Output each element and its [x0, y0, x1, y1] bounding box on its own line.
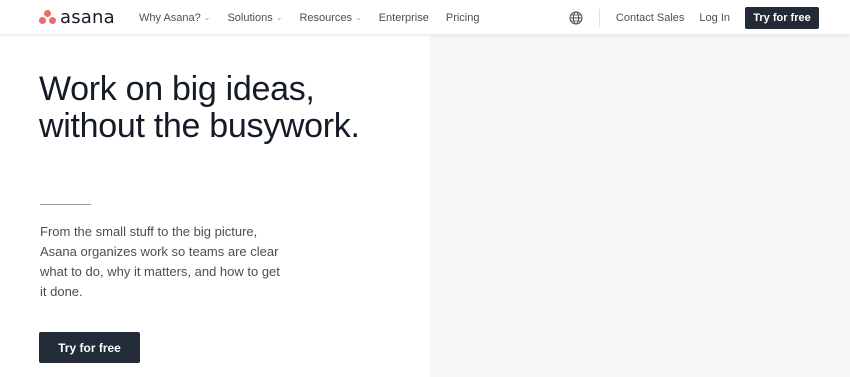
top-navbar: asana Why Asana? ⌄ Solutions ⌄ Resources… — [0, 0, 850, 35]
description-line-3: what to do, why it matters, and how to g… — [40, 264, 280, 279]
contact-sales-link[interactable]: Contact Sales — [616, 12, 684, 24]
asana-logo-icon — [39, 10, 56, 24]
description-line-4: it done. — [40, 284, 83, 299]
globe-icon[interactable] — [569, 11, 583, 25]
nav-resources[interactable]: Resources ⌄ — [299, 12, 361, 24]
headline-line-2: without the busywork. — [39, 107, 360, 145]
description-line-2: Asana organizes work so teams are clear — [40, 244, 279, 259]
nav-why-asana-label: Why Asana? — [139, 11, 201, 24]
hero-content: Work on big ideas, without the busywork.… — [0, 35, 430, 377]
nav-try-for-free-button[interactable]: Try for free — [745, 6, 819, 29]
divider-rule — [40, 204, 91, 205]
chevron-down-icon: ⌄ — [275, 13, 283, 22]
nav-pricing[interactable]: Pricing — [446, 12, 480, 24]
brand-name: asana — [60, 6, 115, 28]
asana-logo[interactable]: asana — [39, 6, 115, 28]
description-line-1: From the small stuff to the big picture, — [40, 224, 258, 239]
nav-solutions-label: Solutions — [227, 11, 273, 24]
hero-headline: Work on big ideas, without the busywork. — [39, 71, 419, 145]
hero-media-placeholder — [430, 35, 850, 377]
chevron-down-icon: ⌄ — [203, 13, 211, 22]
nav-pricing-label: Pricing — [445, 11, 480, 24]
nav-enterprise-label: Enterprise — [378, 11, 429, 24]
secondary-nav: Contact Sales Log In Try for free — [569, 0, 819, 35]
hero-try-for-free-button[interactable]: Try for free — [39, 332, 140, 363]
nav-resources-label: Resources — [299, 11, 353, 24]
nav-enterprise[interactable]: Enterprise — [379, 12, 429, 24]
nav-solutions[interactable]: Solutions ⌄ — [227, 12, 282, 24]
chevron-down-icon: ⌄ — [355, 13, 362, 22]
log-in-link[interactable]: Log In — [699, 12, 730, 24]
nav-divider — [598, 8, 600, 27]
primary-nav: Why Asana? ⌄ Solutions ⌄ Resources ⌄ Ent… — [139, 0, 496, 35]
headline-line-1: Work on big ideas, — [39, 70, 315, 108]
nav-why-asana[interactable]: Why Asana? ⌄ — [139, 12, 210, 24]
hero-description: From the small stuff to the big picture,… — [40, 222, 285, 302]
